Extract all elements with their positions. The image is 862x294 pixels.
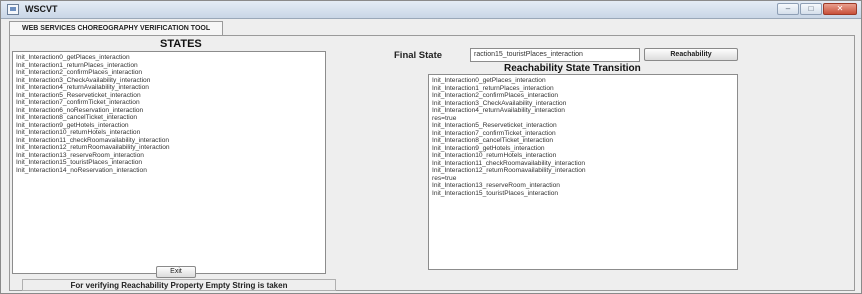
transition-line: Init_Interaction9_getHotels_interaction — [432, 144, 545, 152]
transition-line: Init_Interaction12_returnRoomavailabilit… — [432, 167, 586, 174]
transition-line: Init_Interaction3_CheckAvailability_inte… — [432, 99, 567, 107]
title-bar[interactable]: WSCVT – □ ✕ — [1, 1, 861, 19]
state-list-item[interactable]: Init_Interaction6_noReservation_interact… — [16, 107, 322, 115]
transition-line: Init_Interaction5_Reserveticket_interact… — [432, 122, 557, 129]
state-list-item[interactable]: Init_Interaction4_returnAvailability_int… — [16, 84, 322, 92]
state-list-item[interactable]: Init_Interaction13_reserveRoom_interacti… — [16, 152, 322, 160]
transition-line: Init_Interaction10_returnHotels_interact… — [432, 152, 557, 159]
state-list-item[interactable]: Init_Interaction14_noReservation_interac… — [16, 167, 322, 175]
state-list-item[interactable]: Init_Interaction10_returnHotels_interact… — [16, 129, 322, 137]
footer-note: For verifying Reachability Property Empt… — [22, 279, 336, 291]
transition-line: Init_Interaction2_confirmPlaces_interact… — [432, 92, 559, 99]
transition-line: Init_Interaction11_checkRoomavailability… — [432, 159, 586, 167]
state-list-item[interactable]: Init_Interaction15_touristPlaces_interac… — [16, 159, 322, 167]
final-state-input[interactable]: raction15_touristPlaces_interaction — [470, 48, 640, 62]
transition-line: Init_Interaction1_returnPlaces_interacti… — [432, 84, 554, 92]
state-list-item[interactable]: Init_Interaction7_confirmTicket_interact… — [16, 99, 322, 107]
final-state-label: Final State — [394, 50, 443, 61]
transition-title: Reachability State Transition — [504, 63, 641, 74]
transition-output-area[interactable]: Init_Interaction0_getPlaces_interaction I… — [428, 74, 738, 270]
state-list-item[interactable]: Init_Interaction11_checkRoomavailability… — [16, 137, 322, 145]
transition-line: Init_Interaction0_getPlaces_interaction — [432, 77, 546, 84]
state-list-item[interactable]: Init_Interaction3_CheckAvailability_inte… — [16, 77, 322, 85]
transition-line: Init_Interaction7_confirmTicket_interact… — [432, 129, 556, 137]
maximize-button[interactable]: □ — [800, 3, 822, 15]
states-title: STATES — [160, 38, 202, 50]
states-list[interactable]: Init_Interaction0_getPlaces_interaction I… — [12, 51, 326, 274]
transition-line: Init_Interaction13_reserveRoom_interacti… — [432, 182, 560, 189]
state-list-item[interactable]: Init_Interaction5_Reserveticket_interact… — [16, 92, 322, 100]
tab-content-panel: STATES Init_Interaction0_getPlaces_inter… — [9, 35, 855, 291]
window-title: WSCVT — [25, 4, 58, 14]
transition-line: res=true — [432, 114, 457, 122]
state-list-item[interactable]: Init_Interaction12_returnRoomavailabilit… — [16, 144, 322, 152]
state-list-item[interactable]: Init_Interaction0_getPlaces_interaction — [16, 54, 322, 62]
transition-line: Init_Interaction8_cancelTicket_interacti… — [432, 137, 554, 144]
minimize-button[interactable]: – — [777, 3, 799, 15]
window-controls: – □ ✕ — [777, 3, 857, 15]
state-list-item[interactable]: Init_Interaction2_confirmPlaces_interact… — [16, 69, 322, 77]
state-list-item[interactable]: Init_Interaction1_returnPlaces_interacti… — [16, 62, 322, 70]
close-button[interactable]: ✕ — [823, 3, 857, 15]
transition-line: Init_Interaction4_returnAvailability_int… — [432, 107, 565, 114]
state-list-item[interactable]: Init_Interaction8_cancelTicket_interacti… — [16, 114, 322, 122]
app-icon — [7, 4, 19, 15]
transition-line: res=true — [432, 174, 457, 182]
reachability-button[interactable]: Reachability — [644, 48, 738, 61]
tab-verification-tool[interactable]: WEB SERVICES CHOREOGRAPHY VERIFICATION T… — [9, 21, 224, 36]
state-list-item[interactable]: Init_Interaction9_getHotels_interaction — [16, 122, 322, 130]
transition-line: Init_Interaction15_touristPlaces_interac… — [432, 189, 559, 197]
app-window: WSCVT – □ ✕ WEB SERVICES CHOREOGRAPHY VE… — [0, 0, 862, 294]
exit-button[interactable]: Exit — [156, 266, 196, 278]
